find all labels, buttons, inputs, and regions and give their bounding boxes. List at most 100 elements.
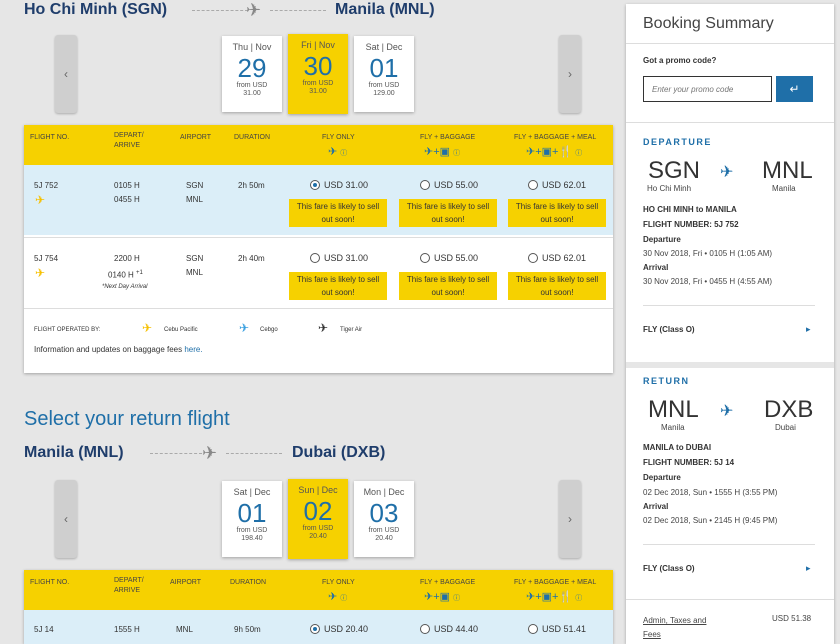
date-card-selected[interactable]: Fri | Nov 30 from USD 31.00 [288, 34, 348, 114]
plane-baggage-icon: ✈+▣ ⓘ [424, 591, 461, 603]
fare-fly-only[interactable]: USD 20.40 [310, 624, 368, 634]
depart-airport: SGN [186, 254, 204, 263]
date-from-label: from USD [368, 527, 400, 534]
fare-fly-baggage-meal[interactable]: USD 62.01 [528, 253, 586, 263]
admin-taxes-fees-link[interactable]: Admin, Taxes and Fees [643, 614, 713, 642]
cebu-pacific-plane-icon: ✈ [142, 321, 153, 335]
info-icon[interactable]: ⓘ [453, 595, 460, 602]
prev-dates-button[interactable]: ‹ [55, 480, 77, 558]
chevron-right-icon[interactable]: ▸ [806, 324, 811, 335]
col-flight-no: FLIGHT NO. [30, 134, 70, 141]
fare-price: USD 20.40 [324, 624, 369, 634]
chevron-right-icon[interactable]: ▸ [806, 563, 811, 574]
radio[interactable] [310, 253, 320, 263]
prev-dates-button[interactable]: ‹ [55, 35, 77, 113]
date-number: 02 [303, 496, 333, 526]
cebu-pacific-plane-icon: ✈ [35, 266, 46, 280]
info-icon[interactable]: ⓘ [340, 150, 347, 157]
radio[interactable] [420, 624, 430, 634]
radio-selected[interactable] [310, 180, 320, 190]
promo-submit-button[interactable]: ↵ [776, 76, 813, 102]
col-fly-baggage: FLY + BAGGAGE [420, 579, 476, 586]
baggage-info-text: Information and updates on baggage fees [34, 345, 185, 354]
fare-price: USD 62.01 [542, 180, 587, 190]
return-section-title: RETURN [643, 376, 690, 386]
arrival-label: Arrival [643, 263, 669, 272]
date-price: 198.40 [241, 535, 263, 542]
return-fly-class[interactable]: FLY (Class O) [643, 564, 695, 573]
radio[interactable] [420, 253, 430, 263]
fare-price: USD 55.00 [434, 253, 479, 263]
next-dates-button[interactable]: › [559, 35, 581, 113]
fare-fly-baggage-meal[interactable]: USD 62.01 [528, 180, 586, 190]
arrive-time-value: 0140 H [108, 270, 134, 280]
date-day: Mon | Dec [363, 487, 405, 497]
table-footer: FLIGHT OPERATED BY: ✈ Cebu Pacific ✈ Ceb… [24, 308, 613, 373]
radio-selected[interactable] [310, 624, 320, 634]
date-card[interactable]: Sat | Dec 01 from USD 198.40 [222, 481, 282, 557]
info-icon[interactable]: ⓘ [453, 150, 460, 157]
arrive-time: 0455 H [114, 195, 140, 204]
fare-fly-baggage-meal[interactable]: USD 51.41 [528, 624, 586, 634]
sell-out-warning: This fare is likely to sell out soon! [289, 199, 387, 227]
plane-baggage-meal-icon: ✈+▣+🍴 ⓘ [526, 591, 583, 603]
baggage-info: Information and updates on baggage fees … [34, 343, 203, 357]
inbound-origin: Manila (MNL) [24, 444, 124, 461]
date-card[interactable]: Sat | Dec 01 from USD 129.00 [354, 36, 414, 112]
plane-baggage-icon: ✈+▣ ⓘ [424, 146, 461, 158]
next-dates-button[interactable]: › [559, 480, 581, 558]
date-number: 30 [303, 51, 333, 81]
outbound-destination: Manila (MNL) [335, 1, 435, 18]
plane-icon: ✈ [202, 443, 218, 463]
fare-fly-only[interactable]: USD 31.00 [310, 253, 368, 263]
radio[interactable] [528, 253, 538, 263]
return-departure-value: 02 Dec 2018, Sun • 1555 H (3:55 PM) [643, 488, 778, 497]
operator-cebu-pacific: Cebu Pacific [164, 327, 198, 333]
radio[interactable] [528, 180, 538, 190]
departure-value: 30 Nov 2018, Fri • 0105 H (1:05 AM) [643, 249, 773, 258]
info-icon[interactable]: ⓘ [575, 150, 582, 157]
flight-duration: 9h 50m [234, 625, 261, 634]
info-icon[interactable]: ⓘ [575, 595, 582, 602]
radio[interactable] [528, 624, 538, 634]
summary-title: Booking Summary [643, 15, 774, 32]
return-route: MANILA to DUBAI [643, 443, 712, 452]
plane-icon: ✈ [720, 403, 734, 420]
sell-out-warning: This fare is likely to sell out soon! [399, 199, 497, 227]
booking-summary-panel: Booking Summary Got a promo code? ↵ DEPA… [626, 4, 834, 644]
info-icon[interactable]: ⓘ [340, 595, 347, 602]
date-from-label: from USD [302, 525, 334, 532]
date-card-selected[interactable]: Sun | Dec 02 from USD 20.40 [288, 479, 348, 559]
date-from-label: from USD [236, 82, 268, 89]
return-from-city: Manila [661, 423, 685, 432]
departure-to-city: Manila [772, 184, 796, 193]
col-fly-only: FLY ONLY [322, 134, 355, 141]
baggage-info-link[interactable]: here. [184, 345, 202, 354]
radio[interactable] [420, 180, 430, 190]
next-day-sup: +1 [136, 270, 143, 276]
col-duration: DURATION [230, 579, 267, 586]
departure-fly-class[interactable]: FLY (Class O) [643, 325, 695, 334]
date-card[interactable]: Mon | Dec 03 from USD 20.40 [354, 481, 414, 557]
fare-fly-only[interactable]: USD 31.00 [310, 180, 368, 190]
operator-cebgo: Cebgo [260, 327, 278, 333]
sell-out-warning: This fare is likely to sell out soon! [289, 272, 387, 300]
date-card[interactable]: Thu | Nov 29 from USD 31.00 [222, 36, 282, 112]
promo-code-input[interactable] [643, 76, 772, 102]
departure-route: HO CHI MINH to MANILA [643, 205, 737, 214]
route-line [270, 10, 326, 11]
route-line [226, 453, 282, 454]
flight-number: 5J 14 [34, 625, 54, 634]
flight-duration: 2h 40m [238, 254, 265, 263]
fare-fly-baggage[interactable]: USD 44.40 [420, 624, 478, 634]
sell-out-warning: This fare is likely to sell out soon! [399, 272, 497, 300]
fare-fly-baggage[interactable]: USD 55.00 [420, 253, 478, 263]
return-departure-label: Departure [643, 473, 681, 482]
fare-fly-baggage[interactable]: USD 55.00 [420, 180, 478, 190]
fare-price: USD 31.00 [324, 253, 369, 263]
date-number: 01 [369, 53, 399, 83]
sell-out-warning: This fare is likely to sell out soon! [508, 199, 606, 227]
depart-airport: MNL [176, 625, 193, 634]
summary-header: Booking Summary [626, 4, 834, 44]
fare-price: USD 55.00 [434, 180, 479, 190]
